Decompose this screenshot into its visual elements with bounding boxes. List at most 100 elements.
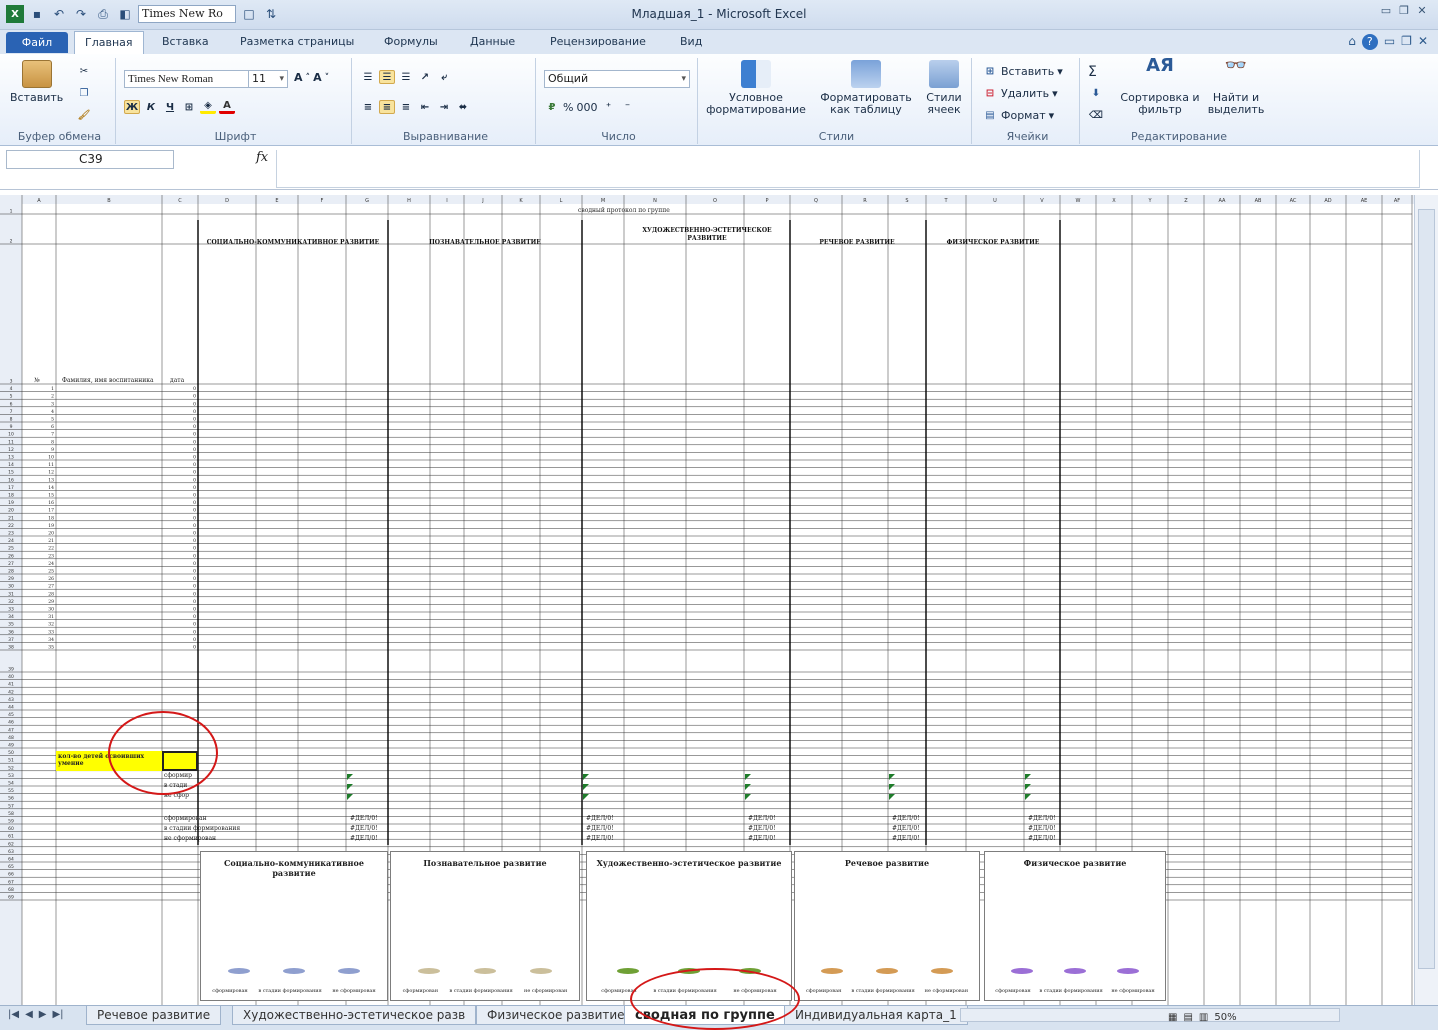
tab-data[interactable]: Данные xyxy=(460,34,525,49)
tab-page-layout[interactable]: Разметка страницы xyxy=(230,34,364,49)
chart-label: в стадии формирования xyxy=(449,988,513,994)
selected-cell-c39[interactable] xyxy=(162,751,198,771)
svg-text:29: 29 xyxy=(48,599,54,605)
conditional-formatting-button[interactable]: Условное форматирование xyxy=(706,60,806,116)
tab-home[interactable]: Главная xyxy=(74,31,144,54)
svg-text:56: 56 xyxy=(8,796,14,802)
cell-styles-button[interactable]: Стили ячеек xyxy=(920,60,968,116)
restore-icon[interactable]: ❐ xyxy=(1396,4,1412,18)
tab-formulas[interactable]: Формулы xyxy=(374,34,448,49)
paste-button[interactable]: Вставить xyxy=(10,60,63,104)
svg-text:13: 13 xyxy=(8,455,14,461)
font-color-icon[interactable]: A xyxy=(219,100,235,114)
align-center-icon[interactable]: ≡ xyxy=(379,100,395,114)
font-size-select[interactable]: 11 xyxy=(248,70,288,88)
autosum-button[interactable]: Σ xyxy=(1088,64,1097,80)
font-name-select[interactable]: Times New Roman xyxy=(124,70,260,88)
div-error-cell: #ДЕЛ/0! xyxy=(748,835,776,842)
insert-cells-button[interactable]: ⊞ Вставить ▾ xyxy=(982,64,1063,78)
minimize-icon[interactable]: ▭ xyxy=(1378,4,1394,18)
align-bottom-icon[interactable]: ☰ xyxy=(398,70,414,84)
close-icon[interactable]: ✕ xyxy=(1418,34,1428,50)
tab-review[interactable]: Рецензирование xyxy=(540,34,656,49)
find-label: Найти и выделить xyxy=(1207,91,1265,116)
delete-cells-button[interactable]: ⊟ Удалить ▾ xyxy=(982,86,1058,100)
last-sheet-icon[interactable]: ▶| xyxy=(52,1009,63,1020)
chart-label: не сформирован xyxy=(332,988,376,994)
chart-slice xyxy=(530,968,552,974)
sheet-tab-artistic[interactable]: Художественно-эстетическое разв xyxy=(232,1006,477,1025)
borders-icon[interactable]: ⊞ xyxy=(181,100,197,114)
indent-increase-icon[interactable]: ⇥ xyxy=(436,100,452,114)
chart-slice xyxy=(1117,968,1140,974)
fill-button[interactable]: ⬇ xyxy=(1088,86,1104,100)
pie-chart[interactable]: Познавательное развитие сформирован в стад… xyxy=(390,851,580,1001)
sheet-tab-physical[interactable]: Физическое развитие xyxy=(476,1006,636,1025)
pie-chart[interactable]: Физическое развитие сформирован в стадии ф… xyxy=(984,851,1166,1001)
normal-view-icon[interactable]: ▦ xyxy=(1168,1012,1177,1023)
help-icon[interactable]: ? xyxy=(1361,34,1378,50)
tab-file[interactable]: Файл xyxy=(6,32,68,53)
underline-button[interactable]: Ч xyxy=(162,100,178,114)
bold-button[interactable]: Ж xyxy=(124,100,140,114)
number-format-select[interactable]: Общий xyxy=(544,70,690,88)
sheet-tab-individual[interactable]: Индивидуальная карта_1 xyxy=(784,1006,968,1025)
format-as-table-button[interactable]: Форматировать как таблицу xyxy=(816,60,916,116)
svg-text:49: 49 xyxy=(8,743,14,749)
decrease-decimal-icon[interactable]: ⁻ xyxy=(619,100,635,114)
format-painter-button[interactable]: 🖌 xyxy=(76,108,92,122)
div-error-cell: #ДЕЛ/0! xyxy=(350,815,378,822)
formula-input[interactable] xyxy=(276,150,1420,188)
align-middle-icon[interactable]: ☰ xyxy=(379,70,395,84)
vertical-scrollbar[interactable] xyxy=(1414,195,1438,1005)
sort-label: Сортировка и фильтр xyxy=(1120,91,1200,116)
scroll-thumb[interactable] xyxy=(1418,209,1435,969)
name-box[interactable]: C39 xyxy=(6,150,174,169)
svg-text:15: 15 xyxy=(8,470,14,476)
sheet-tab-summary[interactable]: сводная по группе xyxy=(624,1006,786,1025)
prev-sheet-icon[interactable]: ◀ xyxy=(25,1009,33,1020)
pie-chart[interactable]: Художественно-эстетическое развитие сформ… xyxy=(586,851,792,1001)
page-layout-icon[interactable]: ▤ xyxy=(1183,1012,1192,1023)
find-select-button[interactable]: 👓 Найти и выделить xyxy=(1204,57,1268,116)
wrap-text-icon[interactable]: ⤶ xyxy=(436,70,452,84)
align-right-icon[interactable]: ≡ xyxy=(398,100,414,114)
align-left-icon[interactable]: ≡ xyxy=(360,100,376,114)
collapse-ribbon-icon[interactable]: ⌂ xyxy=(1348,34,1356,50)
tab-insert[interactable]: Вставка xyxy=(152,34,219,49)
svg-text:L: L xyxy=(560,198,563,204)
close-icon[interactable]: ✕ xyxy=(1414,4,1430,18)
format-cells-button[interactable]: ▤ Формат ▾ xyxy=(982,108,1054,122)
fill-color-icon[interactable]: ◈ xyxy=(200,100,216,114)
sheet-tab-speech[interactable]: Речевое развитие xyxy=(86,1006,222,1025)
fx-icon[interactable]: fx xyxy=(256,150,268,165)
clear-button[interactable]: ⌫ xyxy=(1088,108,1104,122)
next-sheet-icon[interactable]: ▶ xyxy=(39,1009,47,1020)
merge-icon[interactable]: ⬌ xyxy=(455,100,471,114)
percent-button[interactable]: % xyxy=(563,101,573,114)
sort-filter-button[interactable]: AЯ Сортировка и фильтр xyxy=(1120,57,1200,116)
thousands-button[interactable]: 000 xyxy=(576,101,597,114)
svg-text:23: 23 xyxy=(8,531,14,537)
restore-icon[interactable]: ❐ xyxy=(1401,34,1412,50)
increase-decimal-icon[interactable]: ⁺ xyxy=(600,100,616,114)
copy-button[interactable]: ❐ xyxy=(76,86,92,100)
currency-icon[interactable]: ₽ xyxy=(544,100,560,114)
pie-chart[interactable]: Социально-коммуникативное развитие сформи… xyxy=(200,851,388,1001)
minimize-icon[interactable]: ▭ xyxy=(1384,34,1395,50)
page-break-icon[interactable]: ▥ xyxy=(1199,1012,1208,1023)
indent-decrease-icon[interactable]: ⇤ xyxy=(417,100,433,114)
cut-button[interactable]: ✂ xyxy=(76,64,92,78)
align-top-icon[interactable]: ☰ xyxy=(360,70,376,84)
orientation-icon[interactable]: ↗ xyxy=(417,70,433,84)
pie-chart[interactable]: Речевое развитие сформирован в стадии форм… xyxy=(794,851,980,1001)
first-sheet-icon[interactable]: |◀ xyxy=(8,1009,19,1020)
chart-legend: сформирован в стадии формирования не сформ… xyxy=(991,988,1159,994)
zoom-level[interactable]: 50% xyxy=(1214,1012,1236,1023)
horizontal-scrollbar[interactable] xyxy=(960,1008,1340,1022)
worksheet[interactable]: A B C D E F G H I J K L M N O P Q R S T U V W X Y Z AA AB AC AD AE AF 1 2… xyxy=(0,195,1438,1005)
font-grow-button[interactable]: A ˄ A ˅ xyxy=(294,71,329,84)
italic-button[interactable]: К xyxy=(143,100,159,114)
chart-label: в стадии формирования xyxy=(851,988,915,994)
tab-view[interactable]: Вид xyxy=(670,34,712,49)
